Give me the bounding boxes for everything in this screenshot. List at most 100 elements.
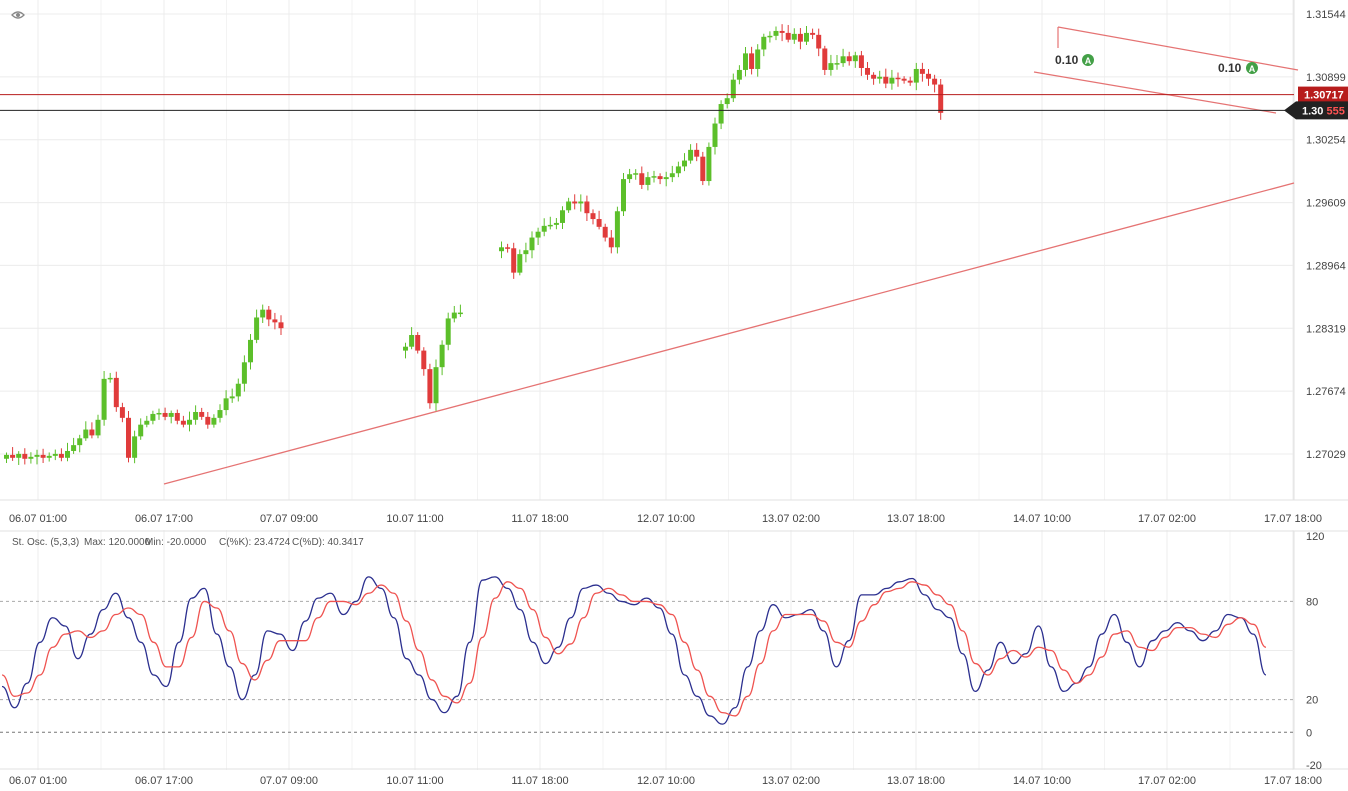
candle-up (217, 410, 223, 418)
candle-up (101, 378, 107, 420)
candle-down (865, 67, 870, 75)
candle-up (403, 346, 408, 351)
candle-up (761, 36, 767, 50)
candle-down (505, 247, 511, 249)
candle-up (852, 55, 858, 62)
y-tick-label: 1.27674 (1306, 386, 1346, 398)
candle-up (65, 450, 70, 458)
candle-up (254, 317, 260, 340)
price-badge-marker-label: 1.30717 (1304, 90, 1344, 102)
candle-down (427, 369, 433, 404)
candle-up (260, 309, 266, 318)
oscillator-max: Max: 120.0000 (84, 537, 151, 548)
y-tick-label: 1.30899 (1306, 72, 1346, 84)
candle-down (10, 454, 16, 458)
osc-y-tick-label: 80 (1306, 596, 1318, 608)
candle-down (926, 73, 931, 79)
candle-up (541, 225, 547, 232)
x-tick-label: 07.07 09:00 (260, 513, 318, 525)
candle-up (773, 30, 779, 36)
candle-up (517, 254, 523, 273)
stochastic-oscillator-panel: 120 80 20 0 -20 (0, 531, 1324, 772)
candle-up (547, 224, 553, 227)
candle-up (83, 429, 89, 439)
candle-up (566, 201, 572, 211)
candle-down (199, 411, 205, 417)
x-tick-label: 13.07 18:00 (887, 775, 945, 787)
x-tick-label: 06.07 01:00 (9, 775, 67, 787)
y-tick-label: 1.28319 (1306, 323, 1346, 335)
oscillator-k-value: C(%K): 23.4724 (219, 537, 291, 548)
candle-up (560, 210, 565, 223)
candle-down (572, 201, 578, 204)
osc-y-tick-label: 0 (1306, 727, 1312, 739)
candle-down (162, 412, 168, 417)
candle-up (187, 419, 192, 425)
candle-up (529, 237, 535, 251)
oscillator-min: Min: -20.0000 (145, 537, 207, 548)
candle-up (669, 173, 675, 178)
y-tick-label: 1.28964 (1306, 260, 1346, 272)
candle-up (248, 339, 253, 363)
candle-up (439, 344, 445, 368)
candle-up (52, 453, 58, 456)
candle-down (40, 454, 46, 458)
x-tick-label: 11.07 18:00 (511, 513, 568, 525)
x-tick-label: 14.07 10:00 (1013, 775, 1071, 787)
candle-down (278, 322, 284, 329)
candle-up (229, 396, 235, 399)
osc-y-tick-label: 20 (1306, 695, 1318, 707)
candle-up (211, 417, 217, 425)
candle-up (71, 445, 77, 451)
annotation-label: 0.10 (1218, 61, 1242, 75)
x-tick-label: 17.07 02:00 (1138, 775, 1196, 787)
oscillator-title: St. Osc. (5,3,3) (12, 537, 79, 548)
candle-up (804, 32, 809, 42)
channel-upper-line (1057, 26, 1299, 71)
candle-down (421, 350, 427, 370)
annotations: 0.10 A 0.10 A (1055, 53, 1258, 75)
candle-up (156, 412, 162, 415)
candle-down (272, 319, 278, 323)
candle-down (174, 412, 180, 421)
candle-up (645, 177, 651, 185)
candle-down (584, 201, 590, 214)
candle-up (433, 367, 439, 404)
candle-down (511, 248, 517, 273)
candle-up (767, 35, 773, 38)
candle-up (451, 312, 457, 319)
candle-up (523, 250, 529, 255)
price-chart[interactable]: 1.30717 1.30 555 0.10 A 0.10 A 1.31544 1.3089… (0, 0, 1348, 791)
candle-down (602, 226, 608, 238)
eye-icon[interactable] (11, 11, 25, 19)
candle-up (28, 456, 34, 459)
osc-y-tick-label: -20 (1306, 760, 1322, 772)
candle-down (785, 32, 791, 40)
annotation-label: 0.10 (1055, 53, 1079, 67)
candle-down (657, 176, 663, 180)
candle-down (919, 68, 925, 74)
candle-down (810, 32, 816, 35)
candle-up (913, 68, 919, 83)
candle-down (749, 53, 755, 69)
candle-down (816, 34, 822, 49)
x-tick-label: 06.07 01:00 (9, 513, 67, 525)
candle-up (535, 231, 541, 238)
candle-up (840, 56, 846, 64)
candle-up (621, 179, 626, 212)
candle-up (168, 412, 174, 417)
candle-up (718, 104, 724, 124)
candle-up (663, 177, 669, 180)
x-tick-label: 10.07 11:00 (386, 513, 443, 525)
candle-up (651, 176, 657, 178)
candle-up (132, 436, 138, 458)
candle-up (223, 398, 229, 411)
x-tick-label: 12.07 10:00 (637, 513, 695, 525)
x-tick-label: 14.07 10:00 (1013, 513, 1071, 525)
candle-up (682, 160, 687, 167)
x-tick-label: 13.07 18:00 (887, 513, 945, 525)
candle-up (150, 413, 156, 421)
candle-up (193, 411, 199, 420)
candle-up (736, 69, 742, 80)
candle-down (89, 429, 95, 436)
